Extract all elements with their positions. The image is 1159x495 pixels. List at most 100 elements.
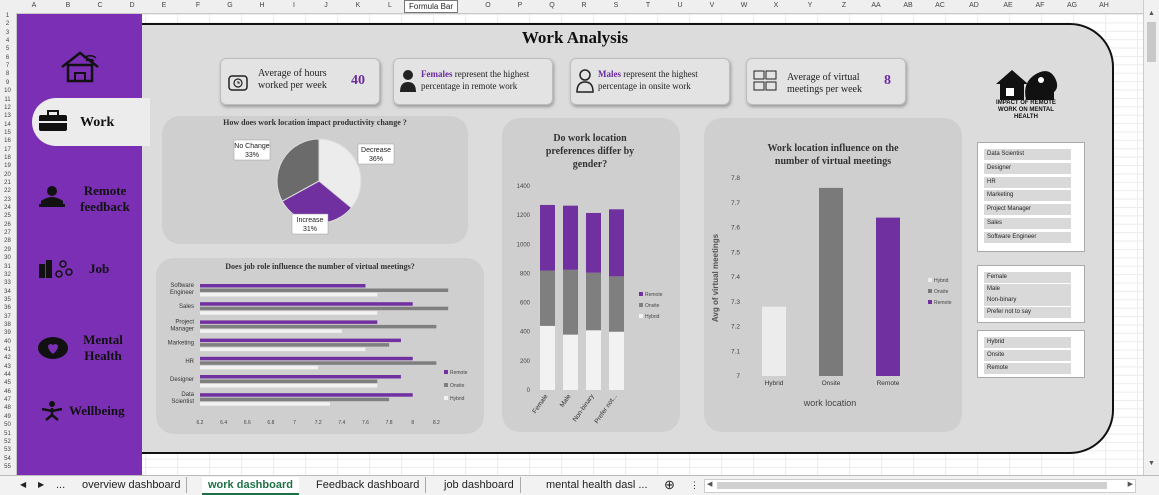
row-header[interactable]: 39: [0, 330, 15, 336]
row-header[interactable]: 40: [0, 339, 15, 345]
row-header[interactable]: 10: [0, 88, 15, 94]
slicer-item[interactable]: Marketing: [984, 190, 1071, 202]
row-header[interactable]: 32: [0, 272, 15, 278]
slicer-item[interactable]: Female: [984, 272, 1071, 283]
row-header[interactable]: 21: [0, 180, 15, 186]
hscroll-thumb[interactable]: [717, 482, 1107, 489]
column-header[interactable]: F: [182, 2, 214, 9]
row-header[interactable]: 8: [0, 71, 15, 77]
sidebar-item-wellbeing[interactable]: Wellbeing: [35, 400, 140, 424]
row-header[interactable]: 12: [0, 105, 15, 111]
column-header[interactable]: E: [148, 2, 180, 9]
column-header[interactable]: W: [728, 2, 760, 9]
scroll-up-icon[interactable]: ▲: [1148, 10, 1155, 17]
column-header[interactable]: J: [310, 2, 342, 9]
slicer-item[interactable]: Software Engineer: [984, 231, 1071, 243]
row-header[interactable]: 2: [0, 21, 15, 27]
slicer-item[interactable]: Sales: [984, 218, 1071, 229]
column-header[interactable]: Q: [536, 2, 568, 9]
row-header[interactable]: 49: [0, 414, 15, 420]
job-role-slicer[interactable]: Data Scientist Designer HR Marketing Project…: [977, 142, 1085, 252]
tab-scroll-right-icon[interactable]: ▶: [32, 477, 50, 493]
column-header[interactable]: V: [696, 2, 728, 9]
tab-bar-menu-icon[interactable]: ⋮: [684, 477, 705, 493]
slicer-item[interactable]: Designer: [984, 162, 1071, 174]
row-header[interactable]: 20: [0, 172, 15, 178]
row-header[interactable]: 41: [0, 347, 15, 353]
column-header[interactable]: I: [278, 2, 310, 9]
gender-slicer[interactable]: Female Male Non-binary Prefer not to say: [977, 265, 1085, 323]
column-header[interactable]: AA: [860, 2, 892, 9]
vertical-scrollbar[interactable]: ▲ ▼: [1143, 0, 1159, 475]
row-header[interactable]: 46: [0, 389, 15, 395]
row-header[interactable]: 5: [0, 46, 15, 52]
row-header[interactable]: 33: [0, 280, 15, 286]
column-header[interactable]: B: [52, 2, 84, 9]
column-header[interactable]: D: [116, 2, 148, 9]
slicer-item[interactable]: HR: [984, 176, 1071, 188]
column-header[interactable]: R: [568, 2, 600, 9]
row-header[interactable]: 43: [0, 364, 15, 370]
row-header[interactable]: 42: [0, 355, 15, 361]
column-header[interactable]: A: [18, 2, 50, 9]
row-header[interactable]: 45: [0, 380, 15, 386]
row-header[interactable]: 26: [0, 222, 15, 228]
column-header[interactable]: AD: [958, 2, 990, 9]
row-header[interactable]: 11: [0, 97, 15, 103]
row-header[interactable]: 34: [0, 289, 15, 295]
row-header[interactable]: 16: [0, 138, 15, 144]
slicer-item[interactable]: Prefer not to say: [984, 306, 1071, 318]
column-header[interactable]: X: [760, 2, 792, 9]
row-header[interactable]: 44: [0, 372, 15, 378]
row-header[interactable]: 47: [0, 397, 15, 403]
tab-job-dashboard[interactable]: job dashboard: [438, 477, 521, 493]
row-header[interactable]: 9: [0, 80, 15, 86]
hscroll-right-icon[interactable]: ▶: [1128, 480, 1133, 488]
hscroll-left-icon[interactable]: ◀: [707, 480, 712, 488]
column-header[interactable]: K: [342, 2, 374, 9]
tab-feedback-dashboard[interactable]: Feedback dashboard: [310, 477, 427, 493]
row-header[interactable]: 28: [0, 238, 15, 244]
column-header[interactable]: AE: [992, 2, 1024, 9]
column-header[interactable]: L: [374, 2, 406, 9]
row-header[interactable]: 7: [0, 63, 15, 69]
row-header[interactable]: 17: [0, 147, 15, 153]
slicer-item[interactable]: Data Scientist: [984, 149, 1071, 160]
row-header[interactable]: 13: [0, 113, 15, 119]
slicer-item[interactable]: Hybrid: [984, 337, 1071, 348]
column-header[interactable]: Z: [828, 2, 860, 9]
row-header[interactable]: 22: [0, 188, 15, 194]
column-header[interactable]: T: [632, 2, 664, 9]
column-header[interactable]: G: [214, 2, 246, 9]
slicer-item[interactable]: Male: [984, 283, 1071, 295]
row-header[interactable]: 1: [0, 13, 15, 19]
row-header[interactable]: 29: [0, 247, 15, 253]
row-header[interactable]: 3: [0, 30, 15, 36]
add-sheet-icon[interactable]: ⊕: [658, 477, 681, 493]
row-header[interactable]: 14: [0, 122, 15, 128]
row-header[interactable]: 50: [0, 422, 15, 428]
column-header[interactable]: S: [600, 2, 632, 9]
column-header[interactable]: C: [84, 2, 116, 9]
row-header[interactable]: 18: [0, 155, 15, 161]
column-header[interactable]: Y: [794, 2, 826, 9]
row-header[interactable]: 24: [0, 205, 15, 211]
row-header[interactable]: 31: [0, 264, 15, 270]
tab-overview-dashboard[interactable]: overview dashboard: [76, 477, 188, 493]
sidebar-item-remote-feedback[interactable]: Remote feedback: [35, 183, 140, 217]
slicer-item[interactable]: Remote: [984, 363, 1071, 374]
row-header[interactable]: 54: [0, 456, 15, 462]
column-header[interactable]: P: [504, 2, 536, 9]
row-header[interactable]: 27: [0, 230, 15, 236]
row-header[interactable]: 52: [0, 439, 15, 445]
slicer-item[interactable]: Non-binary: [984, 295, 1071, 306]
row-header[interactable]: 30: [0, 255, 15, 261]
row-header[interactable]: 48: [0, 405, 15, 411]
tab-more[interactable]: ...: [50, 477, 71, 493]
horizontal-scrollbar[interactable]: ◀ ▶: [704, 479, 1136, 493]
row-header[interactable]: 55: [0, 464, 15, 470]
column-header[interactable]: AB: [892, 2, 924, 9]
row-header[interactable]: 19: [0, 163, 15, 169]
column-header[interactable]: O: [472, 2, 504, 9]
row-header[interactable]: 51: [0, 431, 15, 437]
